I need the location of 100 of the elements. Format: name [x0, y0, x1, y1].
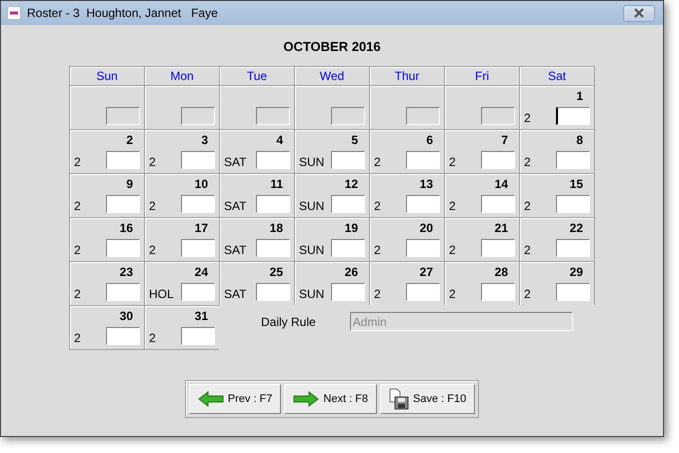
day-number: 10 — [194, 177, 209, 191]
shift-code: 2 — [524, 112, 531, 125]
app-logo-icon — [7, 6, 21, 20]
weekday-header: Thur — [370, 67, 445, 86]
weekday-header: Mon — [145, 67, 220, 86]
close-icon — [632, 8, 646, 18]
day-input-field[interactable] — [481, 239, 515, 257]
day-input-field[interactable] — [106, 327, 140, 345]
shift-code: 2 — [524, 156, 531, 169]
shift-code: HOL — [149, 288, 174, 301]
shift-code: 2 — [374, 200, 381, 213]
day-input-field[interactable] — [406, 239, 440, 257]
next-button[interactable]: Next : F8 — [284, 384, 378, 414]
day-number: 24 — [194, 265, 209, 279]
shift-code: 2 — [149, 244, 156, 257]
day-number: 7 — [501, 133, 509, 147]
day-number: 12 — [344, 177, 359, 191]
day-number: 26 — [344, 265, 359, 279]
day-number: 4 — [276, 133, 284, 147]
shift-code: 2 — [449, 156, 456, 169]
weekday-header: Sun — [70, 67, 145, 86]
shift-code: 2 — [449, 244, 456, 257]
day-input-field[interactable] — [181, 327, 215, 345]
day-number: 28 — [494, 265, 509, 279]
weekday-header: Wed — [295, 67, 370, 86]
window-title: Roster - 3 Houghton, Jannet Faye — [27, 6, 219, 20]
shift-code: 2 — [374, 244, 381, 257]
shift-code: 2 — [524, 244, 531, 257]
day-input-field[interactable] — [406, 151, 440, 169]
shift-code: SAT — [224, 156, 246, 169]
shift-code: SAT — [224, 200, 246, 213]
day-input-field[interactable] — [556, 151, 590, 169]
day-input-field[interactable] — [181, 151, 215, 169]
shift-code: 2 — [149, 156, 156, 169]
field-label: Daily Rule — [261, 314, 316, 328]
day-input-field[interactable] — [556, 195, 590, 213]
left-arrow-icon — [198, 391, 224, 407]
day-input-field[interactable] — [106, 151, 140, 169]
day-number: 2 — [126, 133, 134, 147]
day-input-field[interactable] — [481, 283, 515, 301]
day-input-field[interactable] — [181, 283, 215, 301]
shift-code: SUN — [299, 244, 324, 257]
day-input-field[interactable] — [106, 239, 140, 257]
day-input-field[interactable] — [556, 283, 590, 301]
shift-code: 2 — [74, 332, 81, 345]
day-number: 9 — [126, 177, 134, 191]
save-button[interactable]: Save : F10 — [380, 384, 476, 414]
weekday-header: Fri — [445, 67, 520, 86]
day-input-field[interactable] — [181, 195, 215, 213]
day-input-field[interactable] — [331, 195, 365, 213]
day-number: 6 — [426, 133, 434, 147]
day-input-field[interactable] — [106, 283, 140, 301]
day-number: 27 — [420, 265, 434, 279]
day-number: 20 — [420, 221, 434, 235]
day-input-field[interactable] — [406, 283, 440, 301]
shift-code: SUN — [299, 156, 324, 169]
day-number: 1 — [576, 89, 584, 103]
day-number: 18 — [270, 221, 284, 235]
floppy-disk-icon — [389, 388, 410, 410]
shift-code: 2 — [449, 288, 456, 301]
day-number: 8 — [576, 133, 584, 147]
shift-code: 2 — [74, 200, 81, 213]
day-input-field[interactable] — [331, 151, 365, 169]
month-title: OCTOBER 2016 — [283, 39, 381, 54]
day-number: 22 — [570, 221, 584, 235]
prev-button[interactable]: Prev : F7 — [188, 384, 282, 414]
weekday-header: Tue — [220, 67, 295, 86]
day-input-field[interactable] — [481, 195, 515, 213]
day-number: 11 — [270, 177, 284, 191]
shift-code: 2 — [374, 288, 381, 301]
day-input-field[interactable] — [256, 151, 290, 169]
weekday-header: Sat — [520, 67, 595, 86]
day-number: 31 — [194, 309, 209, 323]
day-input-field[interactable] — [331, 283, 365, 301]
day-number: 21 — [494, 221, 509, 235]
shift-code: 2 — [74, 156, 81, 169]
day-input-field[interactable] — [181, 239, 215, 257]
day-input-field[interactable] — [556, 239, 590, 257]
shift-code: 2 — [374, 156, 381, 169]
close-button[interactable] — [623, 4, 655, 22]
day-input-field[interactable] — [256, 239, 290, 257]
day-input-field[interactable] — [331, 239, 365, 257]
day-number: 29 — [570, 265, 584, 279]
day-input-field[interactable] — [556, 107, 590, 125]
shift-code: 2 — [449, 200, 456, 213]
day-number: 30 — [120, 309, 134, 323]
day-number: 15 — [570, 177, 584, 191]
day-input-field[interactable] — [481, 151, 515, 169]
day-number: 25 — [270, 265, 284, 279]
day-input-field[interactable] — [256, 195, 290, 213]
day-number: 13 — [420, 177, 434, 191]
day-number: 23 — [120, 265, 134, 279]
shift-code: 2 — [524, 288, 531, 301]
day-number: 19 — [344, 221, 359, 235]
day-input-field[interactable] — [256, 283, 290, 301]
shift-code: 2 — [149, 332, 156, 345]
day-input-field[interactable] — [406, 195, 440, 213]
day-number: 16 — [120, 221, 134, 235]
day-input-field[interactable] — [106, 195, 140, 213]
shift-code: SAT — [224, 288, 246, 301]
